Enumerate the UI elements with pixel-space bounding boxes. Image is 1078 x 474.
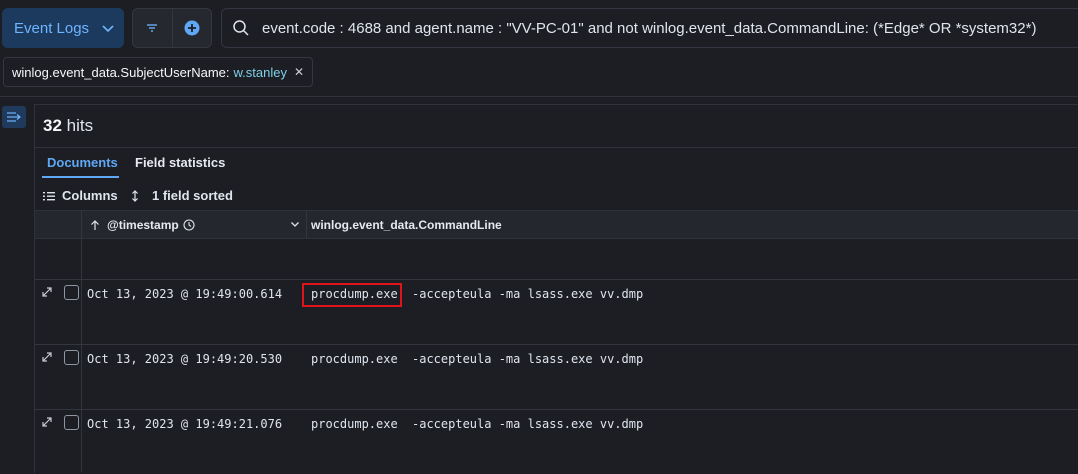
tab-field-statistics[interactable]: Field statistics [135, 155, 225, 170]
highlight-box [302, 283, 402, 307]
column-divider [306, 211, 307, 238]
row-command: procdump.exe [311, 352, 398, 366]
query-input[interactable]: event.code : 4688 and agent.name : "VV-P… [221, 8, 1078, 48]
sidebar-toggle-button[interactable] [2, 106, 26, 128]
columns-label: Columns [62, 188, 118, 203]
empty-row [35, 238, 1078, 280]
sort-icon [132, 189, 138, 202]
chevron-down-icon [102, 25, 114, 33]
column-header-commandline[interactable]: winlog.event_data.CommandLine [311, 218, 502, 232]
column-header-timestamp[interactable]: @timestamp [90, 218, 195, 232]
sort-fields-button[interactable]: 1 field sorted [130, 188, 233, 203]
expand-icon[interactable] [41, 351, 53, 363]
filter-pill-value: w.stanley [233, 64, 287, 80]
hits-label: hits [66, 116, 94, 135]
filter-menu-button[interactable] [133, 9, 172, 47]
dataview-selector-button[interactable]: Event Logs [2, 8, 124, 48]
search-icon [233, 20, 249, 36]
row-args: -accepteula -ma lsass.exe vv.dmp [412, 417, 644, 431]
column-header-commandline-label: winlog.event_data.CommandLine [311, 218, 502, 232]
query-text: event.code : 4688 and agent.name : "VV-P… [262, 19, 1037, 37]
row-checkbox[interactable] [64, 350, 79, 365]
dataview-label: Event Logs [14, 19, 90, 37]
row-checkbox[interactable] [64, 415, 79, 430]
expand-icon[interactable] [41, 286, 53, 298]
filter-button-group [132, 8, 212, 48]
row-checkbox[interactable] [64, 285, 79, 300]
row-timestamp: Oct 13, 2023 @ 19:49:21.076 [87, 417, 283, 431]
filter-pill-field: winlog.event_data.SubjectUserName: [12, 64, 230, 80]
row-args: -accepteula -ma lsass.exe vv.dmp [412, 352, 644, 366]
clock-icon [183, 219, 195, 231]
sorted-label: 1 field sorted [152, 188, 233, 203]
columns-button[interactable]: Columns [43, 188, 118, 203]
hits-number: 32 [43, 116, 62, 135]
list-icon [43, 191, 55, 200]
row-timestamp: Oct 13, 2023 @ 19:49:00.614 [87, 287, 283, 301]
row-command: procdump.exe [311, 417, 398, 431]
filter-pill[interactable]: winlog.event_data.SubjectUserName: w.sta… [3, 57, 314, 87]
top-divider [0, 96, 1078, 97]
row-timestamp: Oct 13, 2023 @ 19:49:20.530 [87, 352, 283, 366]
close-icon[interactable]: ✕ [294, 65, 304, 79]
row-args: -accepteula -ma lsass.exe vv.dmp [412, 287, 644, 301]
active-tab-indicator [42, 176, 119, 178]
add-filter-button[interactable] [171, 9, 212, 47]
column-header-timestamp-label: @timestamp [107, 218, 179, 232]
chevron-down-icon[interactable] [290, 219, 300, 229]
hits-count: 32 hits [43, 116, 93, 136]
sidebar-collapse-icon [7, 112, 21, 122]
filter-icon [147, 24, 158, 32]
plus-circle-icon [184, 20, 200, 36]
arrow-up-icon [91, 219, 99, 230]
expand-icon[interactable] [41, 416, 53, 428]
tab-documents[interactable]: Documents [47, 155, 118, 170]
